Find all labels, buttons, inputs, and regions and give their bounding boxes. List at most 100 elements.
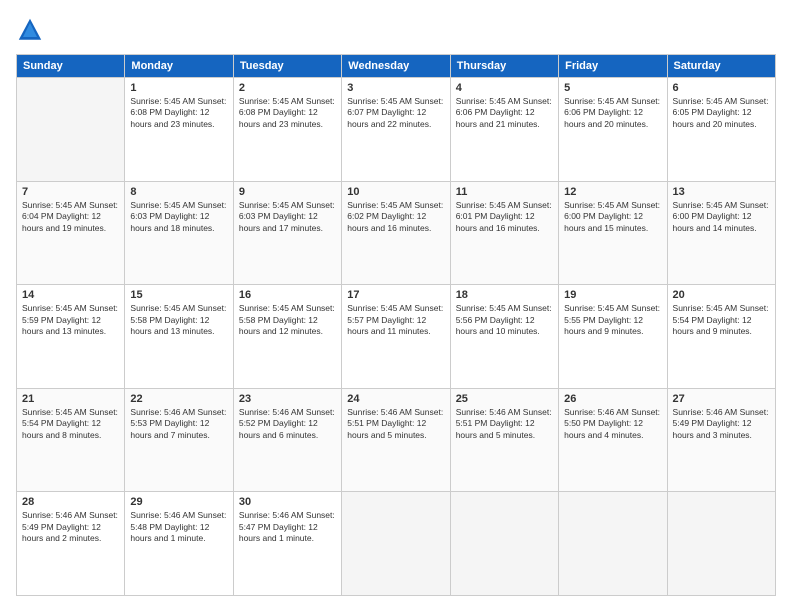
week-row-5: 28Sunrise: 5:46 AM Sunset: 5:49 PM Dayli… xyxy=(17,492,776,596)
day-info: Sunrise: 5:45 AM Sunset: 5:59 PM Dayligh… xyxy=(22,303,119,337)
week-row-2: 7Sunrise: 5:45 AM Sunset: 6:04 PM Daylig… xyxy=(17,181,776,285)
day-number: 6 xyxy=(673,82,770,94)
day-info: Sunrise: 5:46 AM Sunset: 5:51 PM Dayligh… xyxy=(456,407,553,441)
calendar-cell: 9Sunrise: 5:45 AM Sunset: 6:03 PM Daylig… xyxy=(233,181,341,285)
calendar-cell: 22 Sunrise: 5:46 AM Sunset: 5:53 PM Dayli… xyxy=(125,388,233,492)
day-number: 11 xyxy=(456,186,553,198)
day-number: 25 xyxy=(456,393,553,405)
header xyxy=(16,16,776,44)
calendar-cell: 21 Sunrise: 5:45 AM Sunset: 5:54 PM Dayli… xyxy=(17,388,125,492)
calendar-cell: 11 Sunrise: 5:45 AM Sunset: 6:01 PM Dayli… xyxy=(450,181,558,285)
day-number: 15 xyxy=(130,289,227,301)
day-number: 26 xyxy=(564,393,661,405)
calendar-cell: 15 Sunrise: 5:45 AM Sunset: 5:58 PM Dayli… xyxy=(125,285,233,389)
calendar-cell: 10 Sunrise: 5:45 AM Sunset: 6:02 PM Dayli… xyxy=(342,181,450,285)
day-info: Sunrise: 5:45 AM Sunset: 6:06 PM Dayligh… xyxy=(564,96,661,130)
calendar-cell xyxy=(667,492,775,596)
day-info: Sunrise: 5:45 AM Sunset: 6:02 PM Dayligh… xyxy=(347,200,444,234)
day-number: 20 xyxy=(673,289,770,301)
day-info: Sunrise: 5:46 AM Sunset: 5:48 PM Dayligh… xyxy=(130,510,227,544)
day-info: Sunrise: 5:45 AM Sunset: 5:54 PM Dayligh… xyxy=(673,303,770,337)
day-number: 22 xyxy=(130,393,227,405)
day-number: 17 xyxy=(347,289,444,301)
calendar-cell: 1 Sunrise: 5:45 AM Sunset: 6:08 PM Daylig… xyxy=(125,78,233,182)
day-info: Sunrise: 5:46 AM Sunset: 5:52 PM Dayligh… xyxy=(239,407,336,441)
calendar-cell: 5 Sunrise: 5:45 AM Sunset: 6:06 PM Daylig… xyxy=(559,78,667,182)
day-info: Sunrise: 5:46 AM Sunset: 5:53 PM Dayligh… xyxy=(130,407,227,441)
day-info: Sunrise: 5:45 AM Sunset: 5:57 PM Dayligh… xyxy=(347,303,444,337)
calendar-table: SundayMondayTuesdayWednesdayThursdayFrid… xyxy=(16,54,776,596)
calendar-cell: 7Sunrise: 5:45 AM Sunset: 6:04 PM Daylig… xyxy=(17,181,125,285)
day-number: 30 xyxy=(239,496,336,508)
week-row-3: 14 Sunrise: 5:45 AM Sunset: 5:59 PM Dayli… xyxy=(17,285,776,389)
calendar-cell: 25 Sunrise: 5:46 AM Sunset: 5:51 PM Dayli… xyxy=(450,388,558,492)
calendar-cell xyxy=(559,492,667,596)
day-number: 13 xyxy=(673,186,770,198)
weekday-header-sunday: Sunday xyxy=(17,55,125,78)
day-number: 23 xyxy=(239,393,336,405)
weekday-header: SundayMondayTuesdayWednesdayThursdayFrid… xyxy=(17,55,776,78)
calendar-cell: 29 Sunrise: 5:46 AM Sunset: 5:48 PM Dayli… xyxy=(125,492,233,596)
day-info: Sunrise: 5:46 AM Sunset: 5:51 PM Dayligh… xyxy=(347,407,444,441)
day-info: Sunrise: 5:46 AM Sunset: 5:47 PM Dayligh… xyxy=(239,510,336,544)
day-info: Sunrise: 5:46 AM Sunset: 5:50 PM Dayligh… xyxy=(564,407,661,441)
logo xyxy=(16,16,48,44)
day-number: 10 xyxy=(347,186,444,198)
page: SundayMondayTuesdayWednesdayThursdayFrid… xyxy=(0,0,792,612)
calendar-cell: 20 Sunrise: 5:45 AM Sunset: 5:54 PM Dayli… xyxy=(667,285,775,389)
calendar-cell: 4Sunrise: 5:45 AM Sunset: 6:06 PM Daylig… xyxy=(450,78,558,182)
calendar-cell: 12 Sunrise: 5:45 AM Sunset: 6:00 PM Dayli… xyxy=(559,181,667,285)
calendar-cell: 2Sunrise: 5:45 AM Sunset: 6:08 PM Daylig… xyxy=(233,78,341,182)
calendar-cell xyxy=(17,78,125,182)
day-number: 18 xyxy=(456,289,553,301)
day-info: Sunrise: 5:45 AM Sunset: 5:58 PM Dayligh… xyxy=(130,303,227,337)
calendar-cell: 6Sunrise: 5:45 AM Sunset: 6:05 PM Daylig… xyxy=(667,78,775,182)
day-info: Sunrise: 5:46 AM Sunset: 5:49 PM Dayligh… xyxy=(22,510,119,544)
weekday-header-monday: Monday xyxy=(125,55,233,78)
weekday-header-saturday: Saturday xyxy=(667,55,775,78)
day-number: 29 xyxy=(130,496,227,508)
day-info: Sunrise: 5:45 AM Sunset: 5:56 PM Dayligh… xyxy=(456,303,553,337)
calendar-cell: 27Sunrise: 5:46 AM Sunset: 5:49 PM Dayli… xyxy=(667,388,775,492)
weekday-header-friday: Friday xyxy=(559,55,667,78)
day-info: Sunrise: 5:45 AM Sunset: 6:04 PM Dayligh… xyxy=(22,200,119,234)
calendar-cell: 3 Sunrise: 5:45 AM Sunset: 6:07 PM Daylig… xyxy=(342,78,450,182)
day-info: Sunrise: 5:45 AM Sunset: 6:07 PM Dayligh… xyxy=(347,96,444,130)
day-info: Sunrise: 5:46 AM Sunset: 5:49 PM Dayligh… xyxy=(673,407,770,441)
calendar-cell xyxy=(450,492,558,596)
day-info: Sunrise: 5:45 AM Sunset: 6:08 PM Dayligh… xyxy=(239,96,336,130)
weekday-header-tuesday: Tuesday xyxy=(233,55,341,78)
calendar-cell: 28Sunrise: 5:46 AM Sunset: 5:49 PM Dayli… xyxy=(17,492,125,596)
calendar-cell: 18 Sunrise: 5:45 AM Sunset: 5:56 PM Dayli… xyxy=(450,285,558,389)
day-number: 8 xyxy=(130,186,227,198)
day-info: Sunrise: 5:45 AM Sunset: 6:03 PM Dayligh… xyxy=(130,200,227,234)
day-info: Sunrise: 5:45 AM Sunset: 6:03 PM Dayligh… xyxy=(239,200,336,234)
calendar-cell: 30 Sunrise: 5:46 AM Sunset: 5:47 PM Dayli… xyxy=(233,492,341,596)
day-info: Sunrise: 5:45 AM Sunset: 6:00 PM Dayligh… xyxy=(673,200,770,234)
day-info: Sunrise: 5:45 AM Sunset: 5:54 PM Dayligh… xyxy=(22,407,119,441)
day-number: 4 xyxy=(456,82,553,94)
day-number: 24 xyxy=(347,393,444,405)
day-info: Sunrise: 5:45 AM Sunset: 6:08 PM Dayligh… xyxy=(130,96,227,130)
day-number: 21 xyxy=(22,393,119,405)
day-info: Sunrise: 5:45 AM Sunset: 5:58 PM Dayligh… xyxy=(239,303,336,337)
day-info: Sunrise: 5:45 AM Sunset: 5:55 PM Dayligh… xyxy=(564,303,661,337)
day-number: 16 xyxy=(239,289,336,301)
day-number: 5 xyxy=(564,82,661,94)
calendar-cell: 19 Sunrise: 5:45 AM Sunset: 5:55 PM Dayli… xyxy=(559,285,667,389)
logo-icon xyxy=(16,16,44,44)
weekday-header-thursday: Thursday xyxy=(450,55,558,78)
day-info: Sunrise: 5:45 AM Sunset: 6:01 PM Dayligh… xyxy=(456,200,553,234)
day-number: 1 xyxy=(130,82,227,94)
calendar-cell xyxy=(342,492,450,596)
day-number: 14 xyxy=(22,289,119,301)
day-number: 19 xyxy=(564,289,661,301)
day-number: 3 xyxy=(347,82,444,94)
calendar-cell: 26 Sunrise: 5:46 AM Sunset: 5:50 PM Dayli… xyxy=(559,388,667,492)
calendar-cell: 16 Sunrise: 5:45 AM Sunset: 5:58 PM Dayli… xyxy=(233,285,341,389)
calendar-cell: 17 Sunrise: 5:45 AM Sunset: 5:57 PM Dayli… xyxy=(342,285,450,389)
calendar-cell: 23 Sunrise: 5:46 AM Sunset: 5:52 PM Dayli… xyxy=(233,388,341,492)
week-row-1: 1 Sunrise: 5:45 AM Sunset: 6:08 PM Daylig… xyxy=(17,78,776,182)
day-info: Sunrise: 5:45 AM Sunset: 6:00 PM Dayligh… xyxy=(564,200,661,234)
day-number: 12 xyxy=(564,186,661,198)
